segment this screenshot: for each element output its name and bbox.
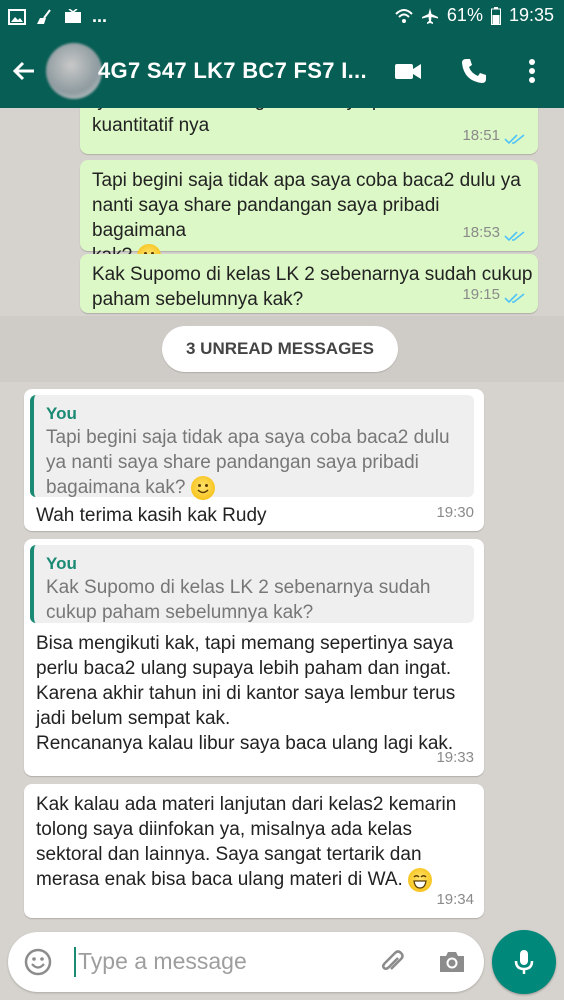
- wifi-icon: [395, 8, 413, 23]
- message-text: Wah terima kasih kak Rudy: [36, 505, 267, 526]
- grinning-emoji-icon: [408, 867, 433, 892]
- message-time: 18:51: [462, 127, 500, 144]
- quoted-text: Tapi begini saja tidak apa saya coba bac…: [46, 427, 450, 500]
- clock: 19:35: [508, 5, 554, 25]
- avatar[interactable]: [46, 43, 102, 99]
- message-outgoing[interactable]: Tapi begini saja tidak apa saya coba bac…: [80, 160, 538, 268]
- tv-icon: [65, 8, 81, 23]
- text-cursor: [74, 947, 76, 977]
- read-ticks-icon: [504, 231, 525, 242]
- chat-area[interactable]: Iya kak untuk 8Filings kita hanya provid…: [0, 108, 564, 928]
- status-bar: ... 61% 19:35: [0, 0, 564, 33]
- message-outgoing[interactable]: Kak Supomo di kelas LK 2 sebenarnya suda…: [80, 254, 538, 313]
- attach-icon[interactable]: [376, 946, 408, 978]
- message-outgoing[interactable]: Iya kak untuk 8Filings kita hanya provid…: [80, 108, 538, 154]
- mic-button[interactable]: [492, 930, 556, 994]
- quoted-sender: You: [46, 554, 77, 573]
- message-composer[interactable]: Type a message: [8, 932, 484, 992]
- mic-icon: [514, 950, 534, 974]
- quoted-message[interactable]: You Tapi begini saja tidak apa saya coba…: [30, 395, 474, 500]
- message-time: 19:30: [436, 504, 474, 521]
- message-incoming[interactable]: Kak kalau ada materi lanjutan dari kelas…: [24, 784, 484, 918]
- video-call-icon[interactable]: [392, 55, 424, 87]
- camera-icon[interactable]: [436, 946, 468, 978]
- airplane-icon: [421, 7, 438, 24]
- phone-call-icon[interactable]: [458, 55, 490, 87]
- status-dots: ...: [92, 6, 108, 26]
- message-text: Kak kalau ada materi lanjutan dari kelas…: [36, 794, 457, 892]
- message-time: 19:34: [436, 891, 474, 908]
- chat-header: 4G7 S47 LK7 BC7 FS7 I...: [0, 33, 564, 108]
- message-time: 19:15: [462, 286, 500, 303]
- message-time: 19:33: [436, 749, 474, 766]
- back-arrow-icon[interactable]: [8, 55, 40, 87]
- gallery-icon: [8, 8, 26, 25]
- broom-icon: [37, 8, 51, 24]
- message-incoming[interactable]: You Kak Supomo di kelas LK 2 sebenarnya …: [24, 539, 484, 776]
- battery-icon: [490, 6, 501, 25]
- unread-messages-label: 3 UNREAD MESSAGES: [162, 326, 398, 372]
- more-vert-icon[interactable]: [516, 55, 548, 87]
- message-text: Tapi begini saja tidak apa saya coba bac…: [92, 168, 538, 268]
- emoji-icon[interactable]: [22, 946, 54, 978]
- read-ticks-icon: [504, 293, 525, 304]
- read-ticks-icon: [504, 134, 525, 145]
- smiley-emoji-icon: [190, 475, 215, 500]
- message-input[interactable]: Type a message: [78, 948, 247, 975]
- message-text: Iya kak untuk 8Filings kita hanya provid…: [92, 108, 476, 136]
- quoted-message[interactable]: You Kak Supomo di kelas LK 2 sebenarnya …: [30, 545, 474, 623]
- quoted-sender: You: [46, 404, 77, 423]
- quoted-text: Kak Supomo di kelas LK 2 sebenarnya suda…: [46, 577, 431, 623]
- contact-name[interactable]: 4G7 S47 LK7 BC7 FS7 I...: [98, 58, 378, 84]
- message-incoming[interactable]: You Tapi begini saja tidak apa saya coba…: [24, 389, 484, 531]
- message-time: 18:53: [462, 224, 500, 241]
- battery-percent: 61%: [446, 5, 483, 25]
- message-text: Bisa mengikuti kak, tapi memang sepertin…: [36, 633, 456, 754]
